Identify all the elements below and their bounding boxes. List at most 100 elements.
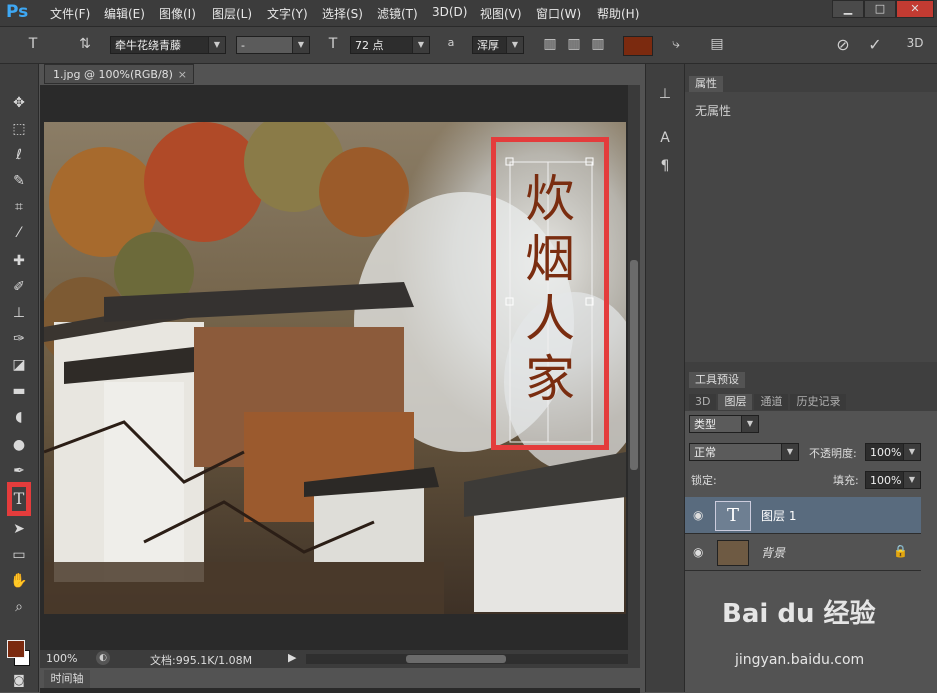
font-style-select[interactable]: - ▼ (236, 36, 310, 54)
anti-alias-icon: a (447, 36, 455, 49)
layer-row-background[interactable]: ◉ 背景 🔒 (685, 534, 921, 571)
eraser-tool-icon[interactable]: ◪ (8, 354, 30, 376)
quick-mask-icon[interactable]: ◙ (10, 672, 28, 688)
align-bottom-icon[interactable]: ▥ (588, 36, 608, 52)
history-brush-tool-icon[interactable]: ✑ (8, 328, 30, 350)
font-size-icon: T (328, 36, 338, 52)
layer-row-text[interactable]: ◉ T 图层 1 (685, 497, 921, 534)
tab-layers[interactable]: 图层 (718, 394, 753, 410)
hand-tool-icon[interactable]: ✋ (8, 570, 30, 592)
brush-tool-icon[interactable]: ✐ (8, 276, 30, 298)
rectangle-tool-icon[interactable]: ▭ (8, 544, 30, 566)
align-center-icon[interactable]: ▥ (564, 36, 584, 52)
character-panel-icon[interactable]: ▤ (706, 36, 728, 52)
blur-tool-icon[interactable]: ◖ (8, 406, 30, 428)
cancel-icon[interactable]: ⊘ (832, 35, 854, 54)
crop-tool-icon[interactable]: ⌗ (8, 196, 30, 218)
clone-stamp-tool-icon[interactable]: ⊥ (8, 302, 30, 324)
menu-layer[interactable]: 图层(L) (212, 5, 252, 22)
photoshop-logo: Ps (6, 2, 29, 22)
foreground-color-swatch[interactable] (7, 640, 25, 658)
close-tab-icon[interactable]: × (178, 65, 187, 85)
document-tab-title: 1.jpg @ 100%(RGB/8) (53, 68, 173, 81)
eyedropper-tool-icon[interactable]: ⁄ (8, 222, 30, 244)
font-size-select[interactable]: 72 点 ▼ (350, 36, 430, 54)
zoom-level[interactable]: 100% (46, 652, 77, 665)
opacity-input[interactable]: 100% ▼ (865, 443, 921, 461)
tab-3d[interactable]: 3D (689, 394, 717, 410)
panel-dock-strip: ⊥ A ¶ (645, 64, 685, 692)
menu-help[interactable]: 帮助(H) (597, 5, 639, 22)
gradient-tool-icon[interactable]: ▬ (8, 380, 30, 402)
toggle-orientation-icon[interactable]: ⇅ (74, 36, 96, 52)
minimize-button[interactable]: ▁ (832, 0, 864, 18)
menu-window[interactable]: 窗口(W) (536, 5, 581, 22)
horizontal-scrollbar[interactable] (306, 654, 628, 664)
timeline-tab[interactable]: 时间轴 (44, 670, 90, 688)
layer-filter-select[interactable]: 类型 ▼ (689, 415, 759, 433)
layer-name: 背景 (761, 546, 786, 560)
blend-mode-select[interactable]: 正常 ▼ (689, 443, 799, 461)
tab-history[interactable]: 历史记录 (790, 394, 847, 410)
move-tool-icon[interactable]: ✥ (8, 92, 30, 114)
chevron-down-icon: ▼ (781, 444, 798, 460)
font-style-value: - (241, 39, 245, 52)
chevron-down-icon: ▼ (741, 416, 758, 432)
menu-select[interactable]: 选择(S) (322, 5, 363, 22)
paragraph-panel-icon[interactable]: ¶ (654, 158, 676, 174)
anti-alias-select[interactable]: 浑厚 ▼ (472, 36, 524, 54)
status-arrow-icon[interactable]: ▶ (288, 651, 296, 664)
vertical-scroll-thumb[interactable] (630, 260, 638, 470)
document-tab[interactable]: 1.jpg @ 100%(RGB/8) × (44, 64, 194, 84)
menu-view[interactable]: 视图(V) (480, 5, 522, 22)
marquee-tool-icon[interactable]: ⬚ (8, 118, 30, 140)
menu-filter[interactable]: 滤镜(T) (377, 5, 418, 22)
quick-select-tool-icon[interactable]: ✎ (8, 170, 30, 192)
lock-label: 锁定: (691, 474, 717, 487)
menu-bar: Ps 文件(F) 编辑(E) 图像(I) 图层(L) 文字(Y) 选择(S) 滤… (0, 0, 937, 27)
canvas-area[interactable]: 炊 烟 人 家 (40, 85, 640, 650)
visibility-eye-icon[interactable]: ◉ (693, 508, 707, 522)
lasso-tool-icon[interactable]: ℓ (8, 144, 30, 166)
type-tool-icon[interactable]: T (7, 482, 31, 516)
type-tool-preset-icon[interactable]: T (22, 36, 44, 52)
properties-body: 无属性 (685, 92, 937, 362)
dodge-tool-icon[interactable]: ● (8, 434, 30, 456)
document-info: 文档:995.1K/1.08M (150, 654, 253, 667)
character-panel-toggle-icon[interactable]: A (654, 130, 676, 146)
warp-text-icon[interactable]: ⤷ (666, 36, 686, 52)
layers-body: 类型 ▼ 正常 ▼ 不透明度: 100% ▼ 锁定: 填充: 100% ▼ ◉ T 图层… (685, 411, 937, 692)
menu-type[interactable]: 文字(Y) (267, 5, 308, 22)
tab-channels[interactable]: 通道 (754, 394, 789, 410)
restore-button[interactable]: □ (864, 0, 896, 18)
properties-content: 无属性 (695, 104, 732, 118)
close-button[interactable]: ✕ (896, 0, 934, 18)
menu-3d[interactable]: 3D(D) (432, 5, 467, 19)
commit-check-icon[interactable]: ✓ (864, 35, 886, 54)
horizontal-scroll-thumb[interactable] (406, 655, 506, 663)
menu-file[interactable]: 文件(F) (50, 5, 90, 22)
align-top-icon[interactable]: ▥ (540, 36, 560, 52)
menu-edit[interactable]: 编辑(E) (104, 5, 145, 22)
opacity-value: 100% (870, 446, 902, 459)
tool-preset-panel-icon[interactable]: ⊥ (654, 86, 676, 102)
tool-presets-tab[interactable]: 工具预设 (689, 372, 745, 388)
font-family-select[interactable]: 牵牛花绕青藤 ▼ (110, 36, 226, 54)
text-color-swatch[interactable] (623, 36, 653, 56)
options-bar: T ⇅ 牵牛花绕青藤 ▼ - ▼ T 72 点 ▼ a 浑厚 ▼ ▥ ▥ ▥ ⤷ ▤ ⊘… (0, 27, 937, 64)
status-menu-icon[interactable]: ◐ (96, 651, 110, 665)
vertical-scrollbar[interactable] (628, 85, 640, 650)
visibility-eye-icon[interactable]: ◉ (693, 545, 707, 559)
fill-value: 100% (870, 474, 902, 487)
healing-brush-tool-icon[interactable]: ✚ (8, 250, 30, 272)
fill-input[interactable]: 100% ▼ (865, 471, 921, 489)
text-layer-thumbnail: T (715, 501, 751, 531)
fill-label: 填充: (833, 474, 859, 487)
properties-tab[interactable]: 属性 (689, 76, 723, 92)
path-select-tool-icon[interactable]: ➤ (8, 518, 30, 540)
zoom-tool-icon[interactable]: ⌕ (8, 596, 30, 618)
tools-panel: ✥ ⬚ ℓ ✎ ⌗ ⁄ ✚ ✐ ⊥ ✑ ◪ ▬ ◖ ● ✒ T ➤ ▭ ✋ ⌕ … (0, 64, 39, 692)
3d-icon[interactable]: 3D (902, 36, 928, 50)
pen-tool-icon[interactable]: ✒ (8, 460, 30, 482)
menu-image[interactable]: 图像(I) (159, 5, 196, 22)
